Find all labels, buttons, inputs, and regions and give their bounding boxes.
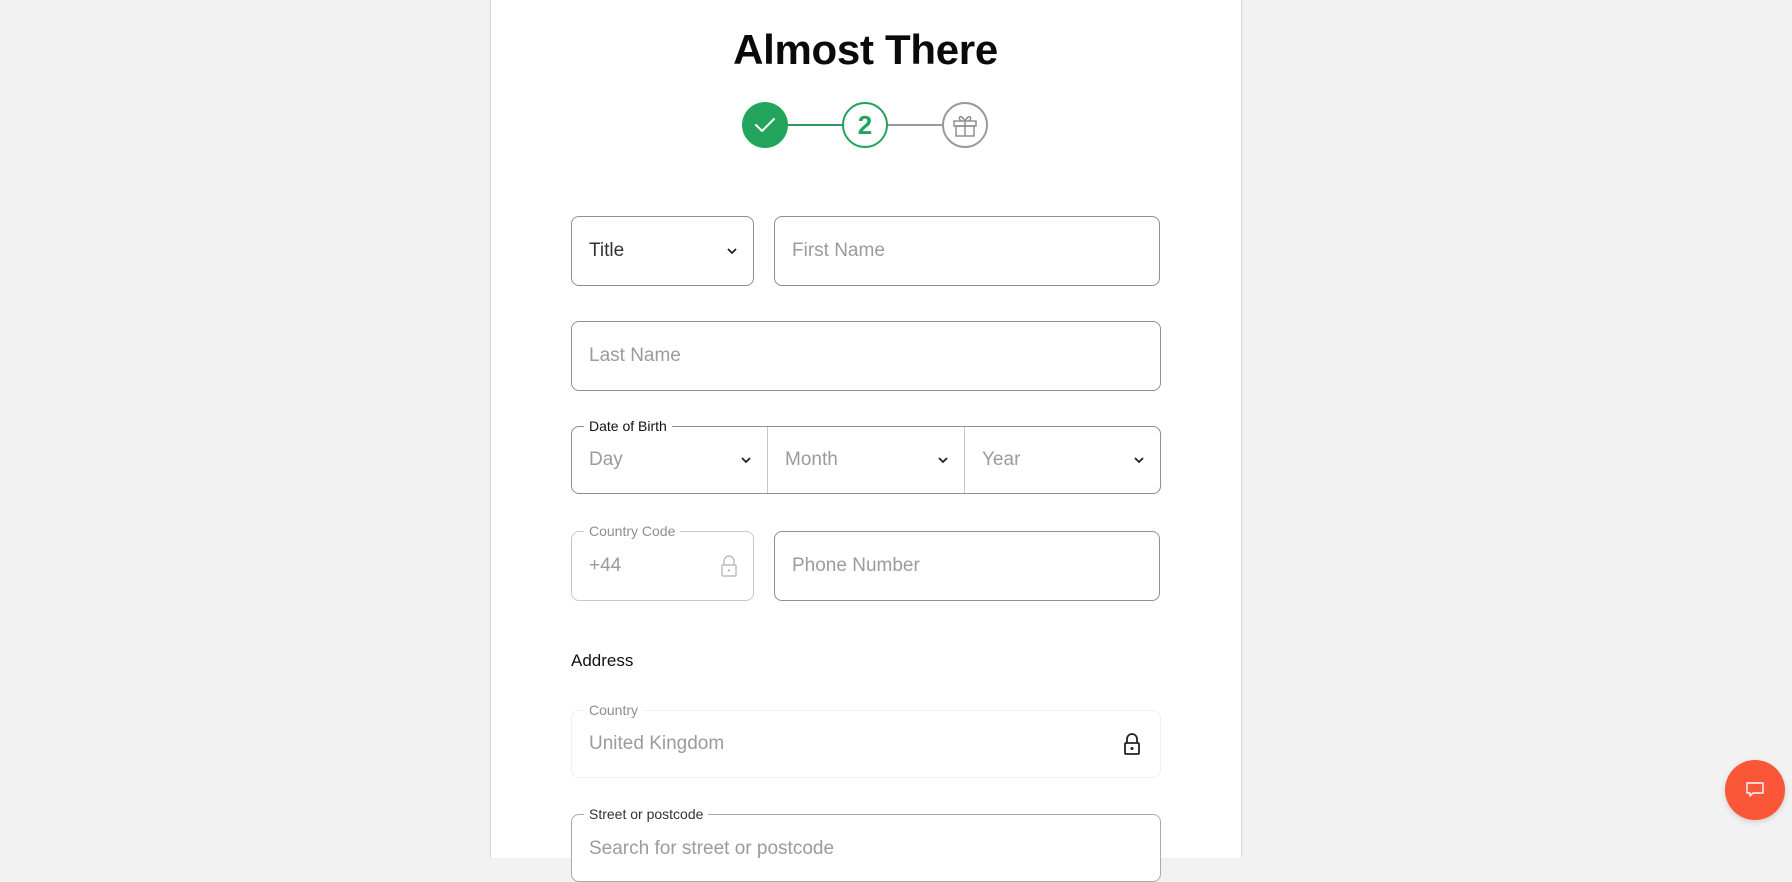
- step-2-current: 2: [842, 102, 888, 148]
- country-field: Country United Kingdom: [571, 701, 1161, 778]
- street-postcode-input[interactable]: Street or postcode Search for street or …: [571, 805, 1161, 882]
- check-icon: [755, 118, 775, 132]
- dob-year-placeholder: Year: [982, 449, 1021, 470]
- country-legend: Country: [584, 701, 644, 719]
- country-code-field: Country Code +44: [571, 522, 754, 601]
- country-code-legend: Country Code: [584, 522, 681, 540]
- chat-bubble-icon: [1746, 782, 1764, 797]
- gift-icon: [953, 116, 977, 137]
- last-name-input[interactable]: Last Name: [571, 321, 1161, 391]
- first-name-placeholder: First Name: [792, 240, 885, 261]
- chevron-down-icon: [938, 457, 948, 464]
- step-2-label: 2: [857, 109, 873, 140]
- date-of-birth-group: Date of Birth Day Month Year: [571, 417, 1161, 494]
- street-postcode-legend: Street or postcode: [584, 805, 709, 823]
- page-title: Almost There: [733, 26, 998, 73]
- dob-day-placeholder: Day: [589, 449, 623, 470]
- country-code-value: +44: [589, 555, 622, 576]
- dob-month-placeholder: Month: [785, 449, 838, 470]
- title-select-value: Title: [589, 240, 625, 261]
- step-3-upcoming: [942, 102, 988, 148]
- address-heading: Address: [571, 651, 634, 670]
- step-connector-completed: [788, 124, 842, 126]
- dob-day-select[interactable]: Day: [572, 427, 767, 493]
- phone-number-placeholder: Phone Number: [792, 555, 920, 576]
- country-value: United Kingdom: [589, 733, 725, 754]
- step-connector-upcoming: [888, 124, 942, 126]
- street-postcode-placeholder: Search for street or postcode: [589, 838, 835, 859]
- phone-number-input[interactable]: Phone Number: [774, 531, 1160, 601]
- dob-year-select[interactable]: Year: [965, 427, 1160, 493]
- dob-month-select[interactable]: Month: [768, 427, 964, 493]
- chevron-down-icon: [727, 248, 737, 255]
- chevron-down-icon: [1134, 457, 1144, 464]
- step-1-completed: [742, 102, 788, 148]
- first-name-input[interactable]: First Name: [774, 216, 1160, 286]
- last-name-placeholder: Last Name: [589, 345, 681, 366]
- lock-icon: [721, 555, 737, 577]
- chevron-down-icon: [741, 457, 751, 464]
- chat-button[interactable]: [1725, 760, 1785, 820]
- title-select[interactable]: Title: [571, 216, 754, 286]
- lock-icon: [1124, 733, 1140, 755]
